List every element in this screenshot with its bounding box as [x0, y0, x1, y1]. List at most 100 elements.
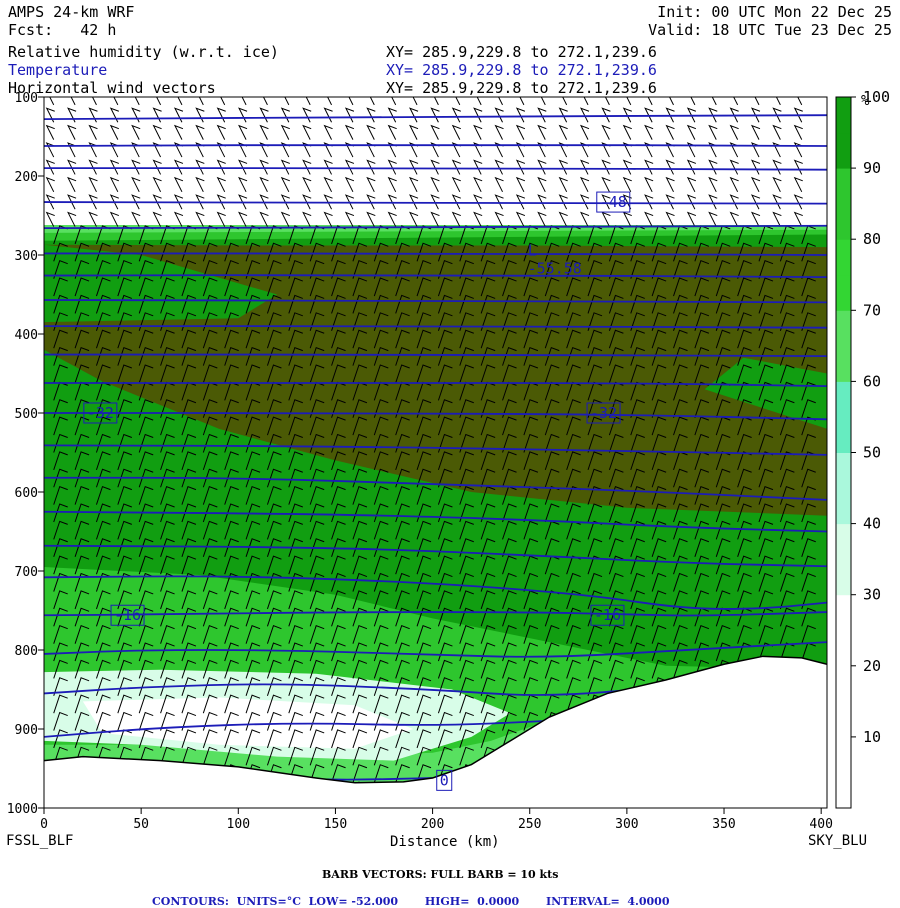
cross-section-plot: -48 -32 -32 -16 -16 0 L-55.58 0 50 100 150 200 250 3… — [7, 88, 890, 832]
y-tick-label: 200 — [15, 170, 38, 185]
x-tick-label: 300 — [615, 817, 638, 832]
wind-barb — [708, 176, 718, 193]
wind-barb — [476, 97, 482, 106]
wind-barb — [344, 176, 355, 193]
wind-barb — [750, 211, 761, 227]
wind-barb — [558, 176, 568, 193]
wind-barb — [750, 124, 761, 140]
wind-barb — [558, 124, 568, 140]
wind-barb — [430, 176, 440, 193]
wind-barb — [195, 124, 205, 140]
x-tick-label: 350 — [712, 817, 735, 832]
wind-barb — [622, 176, 632, 193]
colorbar-band — [836, 452, 851, 489]
wind-barb — [238, 124, 248, 140]
wind-barb — [220, 97, 226, 106]
wind-barb — [494, 176, 504, 193]
wind-barb — [580, 124, 590, 140]
wind-barb — [601, 159, 611, 175]
colorbar-band — [836, 132, 851, 169]
wind-barb — [67, 211, 77, 227]
barb-note: BARB VECTORS: FULL BARB = 10 kts — [322, 868, 559, 881]
wind-barb — [241, 97, 247, 106]
wind-barb — [259, 176, 269, 193]
wind-barb — [327, 97, 333, 106]
wind-barb — [131, 176, 141, 193]
wind-barb — [686, 124, 697, 140]
wind-barb — [67, 176, 77, 193]
wind-barb — [366, 176, 376, 193]
wind-barb — [280, 176, 290, 193]
wind-barb — [91, 97, 97, 106]
wind-barb — [49, 97, 55, 106]
wind-barb — [729, 211, 739, 227]
wind-barb — [216, 124, 226, 140]
wind-barb — [152, 211, 162, 227]
colorbar-tick-label: 90 — [863, 159, 881, 177]
wind-barb — [344, 107, 355, 123]
wind-barb — [580, 211, 590, 227]
wind-barb — [70, 97, 76, 106]
colorbar-band — [836, 239, 851, 276]
wind-barb — [537, 211, 547, 227]
wind-barb — [451, 107, 461, 123]
wind-barb — [238, 176, 248, 193]
contour-low-label: LOW= — [308, 895, 348, 908]
wind-barb — [366, 159, 376, 175]
wind-barb — [195, 211, 205, 227]
wind-barb — [601, 176, 611, 193]
colorbar-band — [836, 381, 851, 418]
colorbar-band — [836, 168, 851, 205]
wind-barb — [750, 176, 761, 193]
wind-barb — [412, 97, 418, 106]
colorbar-band — [836, 594, 851, 631]
wind-barb — [729, 194, 739, 210]
x-tick-label: 150 — [324, 817, 347, 832]
wind-barb — [109, 107, 120, 123]
wind-barb — [216, 176, 226, 193]
wind-barb — [537, 159, 547, 175]
wind-barb — [451, 124, 461, 140]
wind-barb — [754, 97, 760, 106]
wind-barb — [665, 211, 675, 227]
wind-barb — [156, 97, 162, 106]
wind-barb — [644, 211, 654, 227]
wind-barb — [580, 194, 590, 210]
colorbar-band — [836, 97, 851, 134]
x-tick-label: 0 — [40, 817, 48, 832]
contour-low: -52.000 — [351, 895, 399, 908]
wind-barb — [644, 176, 654, 193]
wind-barb — [772, 211, 782, 227]
wind-barb — [601, 124, 611, 140]
wind-barb — [348, 97, 354, 106]
temperature-contour — [44, 201, 827, 205]
wind-barb — [173, 107, 184, 123]
wind-barb — [665, 124, 675, 140]
wind-barb — [644, 124, 654, 140]
colorbar-band — [836, 523, 851, 560]
wind-barb — [601, 211, 611, 227]
contour-label: -32 — [590, 404, 617, 422]
contour-units: UNITS=°C — [236, 895, 301, 908]
wind-barb — [622, 159, 632, 175]
wind-barb — [305, 97, 311, 106]
wind-barb — [152, 107, 162, 123]
wind-barb — [711, 97, 717, 106]
wind-barb — [772, 159, 782, 175]
colorbar-unit: % — [861, 93, 870, 109]
wind-barb — [622, 124, 632, 140]
colorbar-tick-label: 70 — [863, 301, 881, 319]
contour-high: 0.0000 — [477, 895, 520, 908]
wind-barb — [302, 211, 312, 227]
wind-barb — [708, 211, 718, 227]
wind-barb — [558, 159, 568, 175]
wind-barb — [451, 211, 461, 227]
wind-barb — [284, 97, 290, 106]
wind-barb — [494, 211, 504, 227]
wind-barb — [729, 159, 739, 175]
wind-barb — [216, 107, 226, 123]
wind-barb — [280, 107, 290, 123]
colorbar-band — [836, 630, 851, 667]
wind-barb — [173, 176, 184, 193]
wind-barb — [644, 194, 654, 210]
